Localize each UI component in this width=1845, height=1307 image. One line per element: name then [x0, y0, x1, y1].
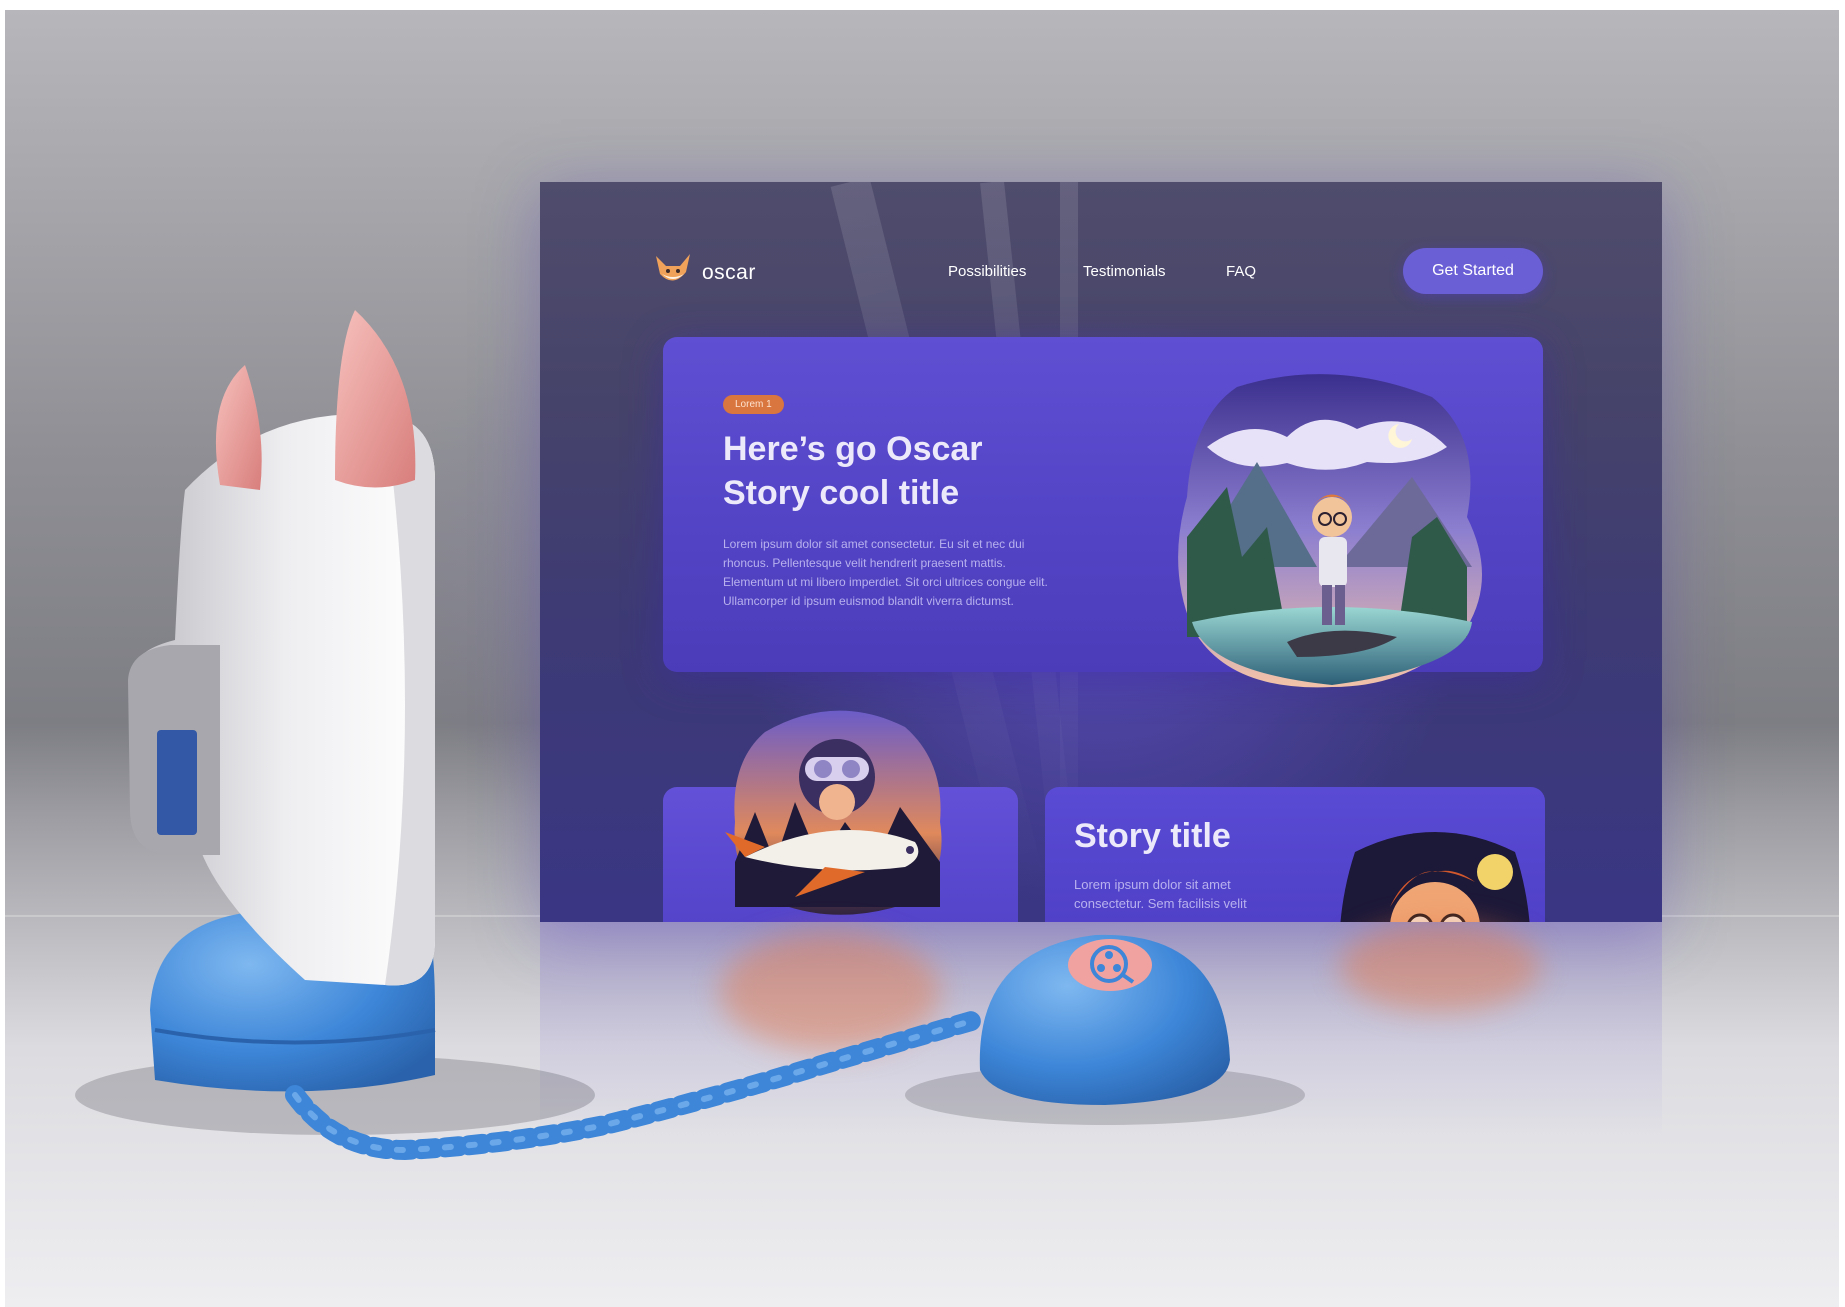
website-screen: oscar Possibilities Testimonials FAQ Get… — [540, 182, 1662, 922]
pilot-illustration — [725, 692, 950, 917]
site-navbar: oscar Possibilities Testimonials FAQ Get… — [540, 182, 1662, 302]
hero-body: Lorem ipsum dolor sit amet consectetur. … — [723, 537, 1048, 608]
scene-backdrop: oscar Possibilities Testimonials FAQ Get… — [5, 10, 1839, 1307]
nav-link-possibilities[interactable]: Possibilities — [948, 263, 1026, 280]
reflection-blob — [720, 932, 940, 1052]
hero-title: Here’s go Oscar Story cool title — [723, 427, 1143, 515]
fox-logo-icon — [652, 252, 694, 293]
get-started-button[interactable]: Get Started — [1403, 248, 1543, 294]
reflection-blob — [1340, 922, 1540, 1012]
hero-title-line2: Story cool title — [723, 474, 960, 512]
story-card-body: Lorem ipsum dolor sit amet consectetur. … — [1074, 877, 1247, 911]
boy-illustration — [1335, 812, 1535, 922]
story-card-title: Story title — [1074, 817, 1231, 855]
logo-text: oscar — [702, 260, 756, 284]
hero-illustration — [1167, 367, 1497, 697]
nav-link-testimonials[interactable]: Testimonials — [1083, 263, 1166, 280]
site-logo[interactable]: oscar — [652, 252, 756, 293]
hero-badge: Lorem 1 — [723, 395, 784, 414]
hero-title-line1: Here’s go Oscar — [723, 430, 983, 468]
screen-reflection — [540, 922, 1662, 1142]
nav-link-faq[interactable]: FAQ — [1226, 263, 1256, 280]
